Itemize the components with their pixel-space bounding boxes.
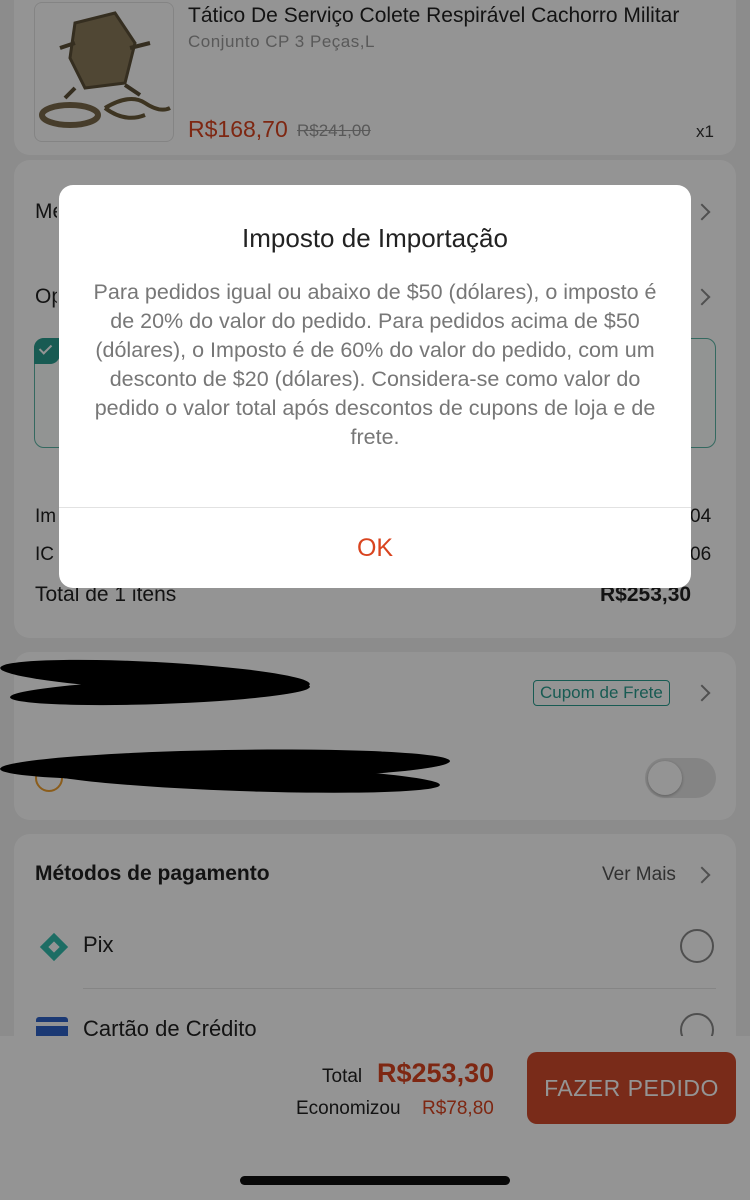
import-tax-dialog: Imposto de Importação Para pedidos igual… <box>59 185 691 588</box>
dialog-message: Para pedidos igual ou abaixo de $50 (dól… <box>93 280 657 449</box>
modal-backdrop[interactable] <box>0 0 750 1200</box>
dialog-title: Imposto de Importação <box>242 223 508 253</box>
dialog-ok-button[interactable]: OK <box>59 508 691 588</box>
